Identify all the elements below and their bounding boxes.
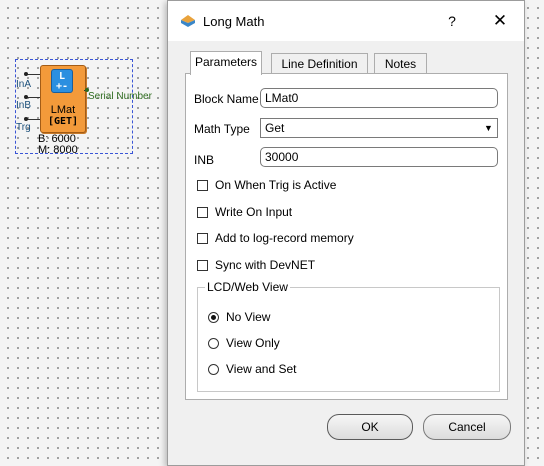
tab-line-definition[interactable]: Line Definition	[271, 53, 368, 73]
radio-button[interactable]	[208, 312, 219, 323]
lcd-web-view-title: LCD/Web View	[205, 280, 290, 294]
block-name-input[interactable]: LMat0	[260, 88, 498, 108]
checkbox-box[interactable]	[197, 180, 208, 191]
inb-label: INB	[194, 153, 215, 167]
checkbox-label: On When Trig is Active	[215, 178, 337, 192]
pin-connector-inb[interactable]	[24, 95, 28, 99]
pin-wire-ina	[26, 74, 40, 75]
checkbox-box[interactable]	[197, 260, 208, 271]
pin-wire-trg	[26, 119, 40, 120]
block-mode-label: [GET]	[47, 116, 79, 127]
pin-label-ina: InA	[16, 79, 32, 90]
long-math-block[interactable]: L +- LMat [GET]	[40, 65, 86, 133]
pin-label-trg: Trg	[16, 122, 31, 133]
dialog-title: Long Math	[203, 14, 265, 29]
pin-label-inb: InB	[16, 100, 32, 111]
radio-label: No View	[226, 310, 271, 324]
long-math-icon: L +-	[51, 69, 73, 93]
cancel-button[interactable]: Cancel	[423, 414, 511, 440]
checkbox-box[interactable]	[197, 233, 208, 244]
long-math-dialog: Long Math ? ✕ Parameters Line Definition…	[167, 0, 525, 466]
math-type-select[interactable]: Get ▼	[260, 118, 498, 138]
dialog-titlebar[interactable]: Long Math ? ✕	[168, 1, 524, 41]
ok-button[interactable]: OK	[327, 414, 413, 440]
help-button[interactable]: ?	[440, 9, 464, 33]
output-label: Serial Number	[88, 91, 152, 102]
checkbox-box[interactable]	[197, 207, 208, 218]
memory-m-label: M: 8000	[38, 144, 78, 156]
app-icon	[181, 15, 195, 27]
canvas-area[interactable]: InA InB Trg L +- LMat [GET] Serial Numbe…	[0, 0, 167, 466]
checkbox-label: Sync with DevNET	[215, 258, 316, 272]
block-name-label: LMat	[50, 104, 76, 116]
checkbox-label: Write On Input	[215, 205, 293, 219]
radio-label: View Only	[226, 336, 280, 350]
tab-parameters[interactable]: Parameters	[190, 51, 262, 75]
block-name-label: Block Name	[194, 92, 259, 106]
pin-wire-inb	[26, 97, 40, 98]
math-type-value: Get	[265, 121, 285, 135]
chevron-down-icon[interactable]: ▼	[481, 120, 496, 136]
radio-label: View and Set	[226, 362, 297, 376]
pin-connector-trg[interactable]	[24, 117, 28, 121]
checkbox-label: Add to log-record memory	[215, 231, 354, 245]
radio-button[interactable]	[208, 364, 219, 375]
tab-notes[interactable]: Notes	[374, 53, 427, 73]
math-type-label: Math Type	[194, 122, 250, 136]
radio-button[interactable]	[208, 338, 219, 349]
close-button[interactable]: ✕	[484, 9, 516, 33]
pin-connector-ina[interactable]	[24, 72, 28, 76]
inb-input[interactable]: 30000	[260, 147, 498, 167]
